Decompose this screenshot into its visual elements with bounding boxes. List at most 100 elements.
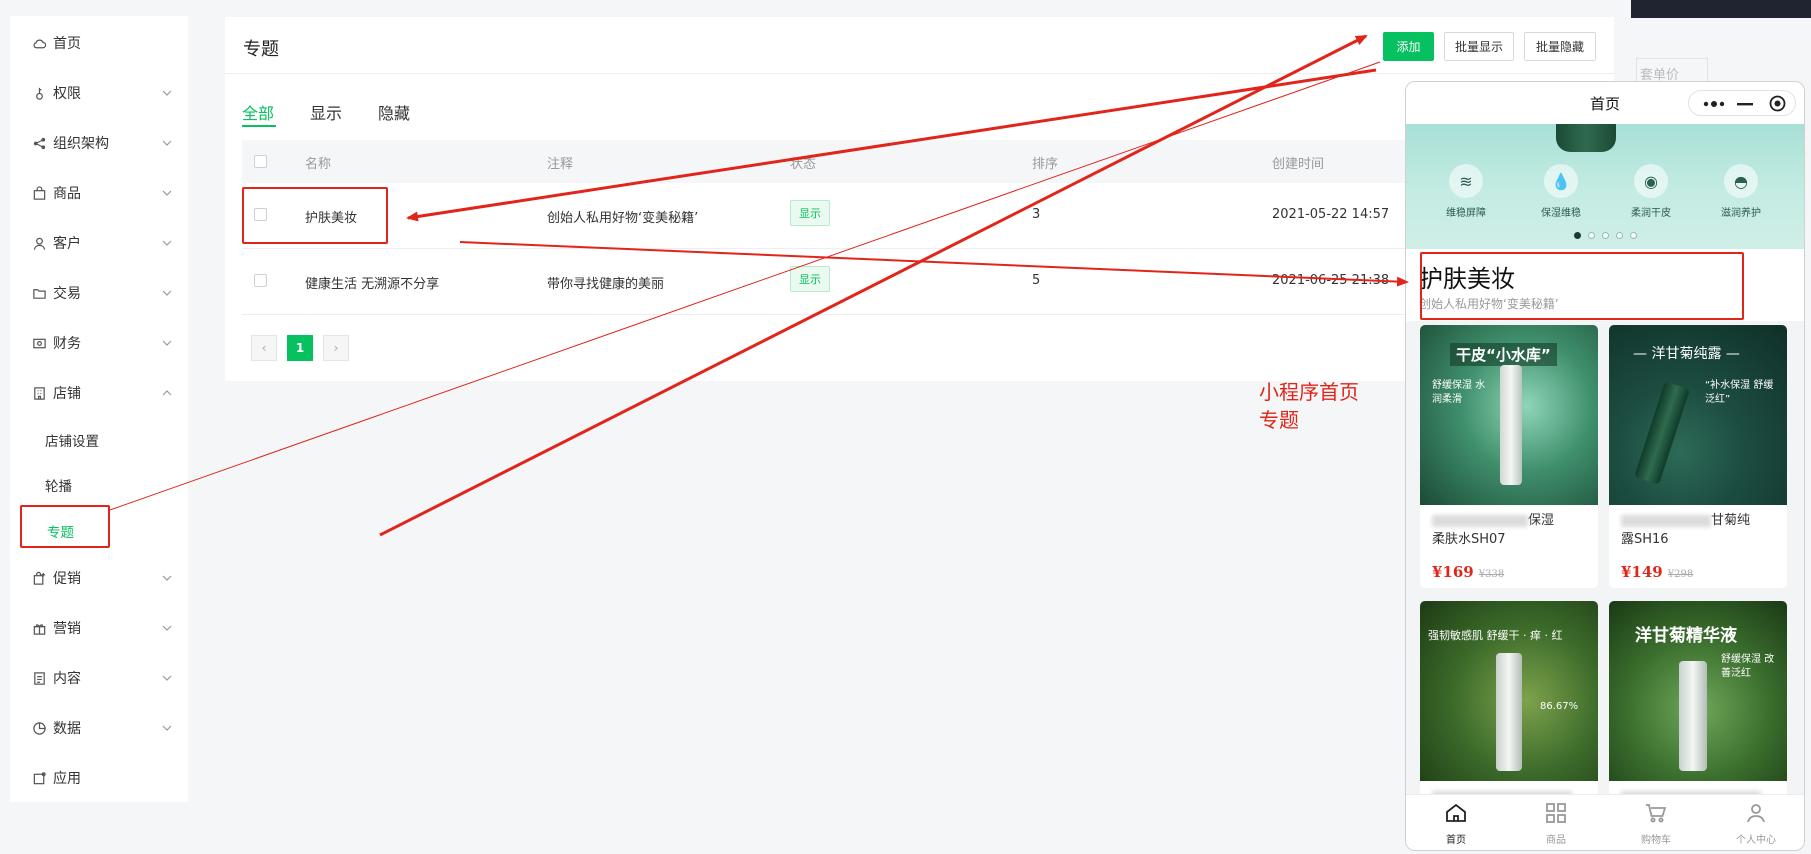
product-price: ¥169 ¥338 [1432,563,1505,581]
row-created: 2021-05-22 14:57 [1272,207,1390,222]
home-icon [1446,803,1466,822]
product-image-caption: “补水保湿 舒缓泛红” [1705,380,1774,405]
chevron-up-icon [162,390,172,396]
product-card[interactable]: 洋甘菊精华液 舒缓保湿 改善泛红 [1609,601,1787,801]
tabbar-item-profile[interactable]: 个人中心 [1706,801,1804,846]
annotation-note: 小程序首页 专题 [1259,378,1359,434]
grid-icon [1546,803,1566,823]
sidebar-item-label: 商品 [53,186,81,202]
miniprogram-header: 首页 [1406,82,1804,124]
sidebar-item-marketing[interactable]: 营销 [10,613,188,643]
user-icon [31,235,47,251]
status-badge: 显示 [790,200,830,226]
sidebar-item-finance[interactable]: 财务 [10,328,188,358]
tab-all[interactable]: 全部 [242,100,274,124]
row-name: 健康生活 无溯源不分享 [305,277,440,292]
share-icon [31,135,47,151]
product-image: 强韧敏感肌 舒缓干 · 痒 · 红 86.67% [1420,601,1598,781]
carousel-dot[interactable] [1573,232,1581,239]
carousel-dot[interactable] [1601,232,1609,239]
sidebar-item-permissions[interactable]: 权限 [10,78,188,108]
wave-icon: ≋ [1449,164,1483,198]
pager-next-button[interactable]: › [323,335,349,361]
product-card[interactable]: — 洋甘菊纯露 — “补水保湿 舒缓泛红” 甘菊纯 露SH16 ¥149 ¥298 [1609,325,1787,588]
annotation-highlight-topic [1420,252,1744,320]
tabbar-item-home[interactable]: 首页 [1406,801,1506,846]
sidebar-item-label: 数据 [53,721,81,737]
carousel-dot[interactable] [1587,232,1595,239]
batch-hide-button[interactable]: 批量隐藏 [1524,32,1596,61]
tabbar-label: 首页 [1446,835,1466,846]
droplet-icon: 💧 [1544,164,1578,198]
pager-prev-button[interactable]: ‹ [251,335,277,361]
tab-active-indicator [242,125,276,127]
sidebar-item-store[interactable]: 店铺 [10,378,188,408]
product-card[interactable]: 干皮“小水库” 舒缓保湿 水润柔滑 保湿 柔肤水SH07 ¥169 ¥338 [1420,325,1598,588]
chevron-down-icon [162,90,172,96]
product-image: 干皮“小水库” 舒缓保湿 水润柔滑 [1420,325,1598,505]
sidebar-item-home[interactable]: 首页 [10,28,188,58]
sidebar-item-products[interactable]: 商品 [10,178,188,208]
tab-shown[interactable]: 显示 [310,100,342,124]
tabbar-item-cart[interactable]: 购物车 [1606,801,1706,846]
sidebar-item-content[interactable]: 内容 [10,663,188,693]
tabbar-item-products[interactable]: 商品 [1506,801,1606,846]
sidebar-item-customers[interactable]: 客户 [10,228,188,258]
chevron-down-icon [162,290,172,296]
minimize-icon[interactable] [1737,103,1753,106]
column-header-created: 创建时间 [1272,157,1325,172]
sidebar-item-label: 应用 [53,771,81,787]
product-image-caption: 舒缓保湿 改善泛红 [1721,654,1775,679]
batch-show-button[interactable]: 批量显示 [1444,32,1514,61]
column-header-name: 名称 [305,157,332,172]
product-image: — 洋甘菊纯露 — “补水保湿 舒缓泛红” [1609,325,1787,505]
folder-icon [31,285,47,301]
sidebar-item-label: 权限 [53,86,81,102]
add-button[interactable]: 添加 [1383,32,1434,61]
background-window-strip [1631,0,1811,18]
banner-feature: ◉ 柔润干皮 [1616,164,1686,219]
sidebar-item-label: 财务 [53,336,81,352]
pager-page-button[interactable]: 1 [287,335,313,361]
sidebar-item-label: 促销 [53,571,81,587]
divider [225,73,1614,74]
sidebar-item-label: 店铺 [53,386,81,402]
banner-feature: ≋ 维稳屏障 [1431,164,1501,219]
app-icon [31,770,47,786]
carousel-dot[interactable] [1629,232,1637,239]
sidebar-item-data[interactable]: 数据 [10,713,188,743]
banner-carousel[interactable]: ≋ 维稳屏障 💧 保湿维稳 ◉ 柔润干皮 ◓ 滋润养护 [1406,124,1804,249]
banner-feature: ◓ 滋润养护 [1706,164,1776,219]
product-image-headline: 干皮“小水库” [1450,343,1557,366]
more-icon[interactable] [1703,100,1725,108]
bag-icon [31,185,47,201]
sidebar-item-apps[interactable]: 应用 [10,763,188,793]
close-circle-icon[interactable] [1769,95,1786,112]
tabbar-label: 商品 [1546,835,1566,846]
banner-feature-label: 滋润养护 [1721,208,1761,219]
row-created: 2021-06-25 21:38 [1272,273,1390,288]
column-header-status: 状态 [790,157,817,172]
row-note: 创始人私用好物‘变美秘籍’ [547,211,699,226]
sidebar-subitem-store-settings[interactable]: 店铺设置 [45,430,99,450]
sidebar-item-org[interactable]: 组织架构 [10,128,188,158]
banner-bottle-image [1556,124,1616,152]
gift-icon [31,620,47,636]
carousel-dot[interactable] [1615,232,1623,239]
tab-hidden[interactable]: 隐藏 [378,100,410,124]
select-all-checkbox[interactable] [254,155,267,168]
product-old-price: ¥298 [1667,569,1694,580]
banner-feature: 💧 保湿维稳 [1526,164,1596,219]
wallet-icon [31,335,47,351]
tabbar-label: 购物车 [1641,835,1671,846]
product-price: ¥149 ¥298 [1621,563,1694,581]
sidebar-item-label: 内容 [53,671,81,687]
sidebar-item-promotion[interactable]: 促销 [10,563,188,593]
chevron-down-icon [162,190,172,196]
sidebar-item-trade[interactable]: 交易 [10,278,188,308]
product-card[interactable]: 强韧敏感肌 舒缓干 · 痒 · 红 86.67% [1420,601,1598,801]
eye-icon: ◉ [1634,164,1668,198]
product-image-headline: — 洋甘菊纯露 — [1633,346,1740,362]
row-checkbox[interactable] [254,274,267,287]
sidebar-subitem-carousel[interactable]: 轮播 [45,475,72,495]
